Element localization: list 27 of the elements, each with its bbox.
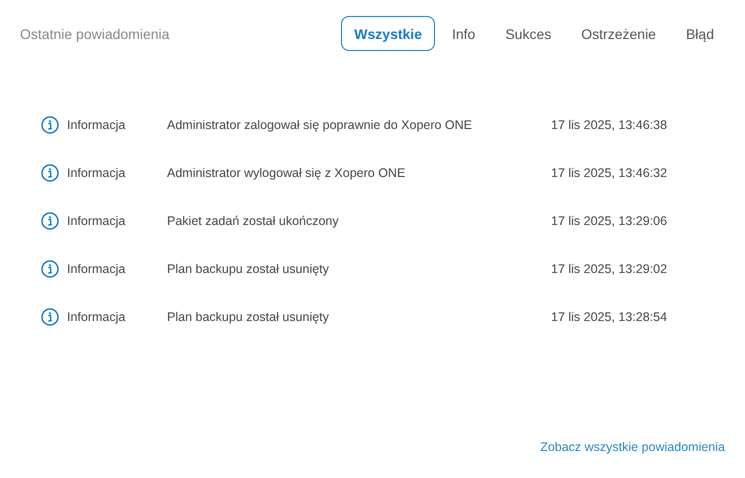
notification-type: Informacja <box>67 214 126 228</box>
notification-message: Pakiet zadań został ukończony <box>167 214 340 228</box>
notification-type: Informacja <box>67 262 126 276</box>
view-all-link[interactable]: Zobacz wszystkie powiadomienia <box>540 440 725 454</box>
info-icon <box>41 260 59 278</box>
notification-time: 17 lis 2025, 13:46:32 <box>551 166 668 180</box>
notification-type: Informacja <box>67 166 126 180</box>
info-icon <box>41 164 59 182</box>
notification-message: Administrator zalogował się poprawnie do Xopero ONE <box>167 118 474 132</box>
info-icon <box>41 116 59 134</box>
notification-time: 17 lis 2025, 13:28:54 <box>551 310 668 324</box>
panel-title: Ostatnie powiadomienia <box>20 26 170 42</box>
notification-time: 17 lis 2025, 13:29:06 <box>551 214 668 228</box>
notification-type: Informacja <box>67 310 126 324</box>
info-icon <box>41 308 59 326</box>
notification-message: Administrator wylogował się z Xopero ONE <box>167 166 406 180</box>
notification-message: Plan backupu został usunięty <box>167 310 330 324</box>
info-icon <box>41 212 59 230</box>
notification-type: Informacja <box>67 118 126 132</box>
filter-tab[interactable]: Wszystkie <box>341 16 435 51</box>
filter-tab[interactable]: Sukces <box>492 16 564 51</box>
filter-tab[interactable]: Błąd <box>672 16 727 51</box>
notification-message: Plan backupu został usunięty <box>167 262 330 276</box>
filter-tab[interactable]: Info <box>438 16 488 51</box>
notification-time: 17 lis 2025, 13:29:02 <box>551 262 668 276</box>
filter-tab[interactable]: Ostrzeżenie <box>568 16 669 51</box>
notification-time: 17 lis 2025, 13:46:38 <box>551 118 668 132</box>
